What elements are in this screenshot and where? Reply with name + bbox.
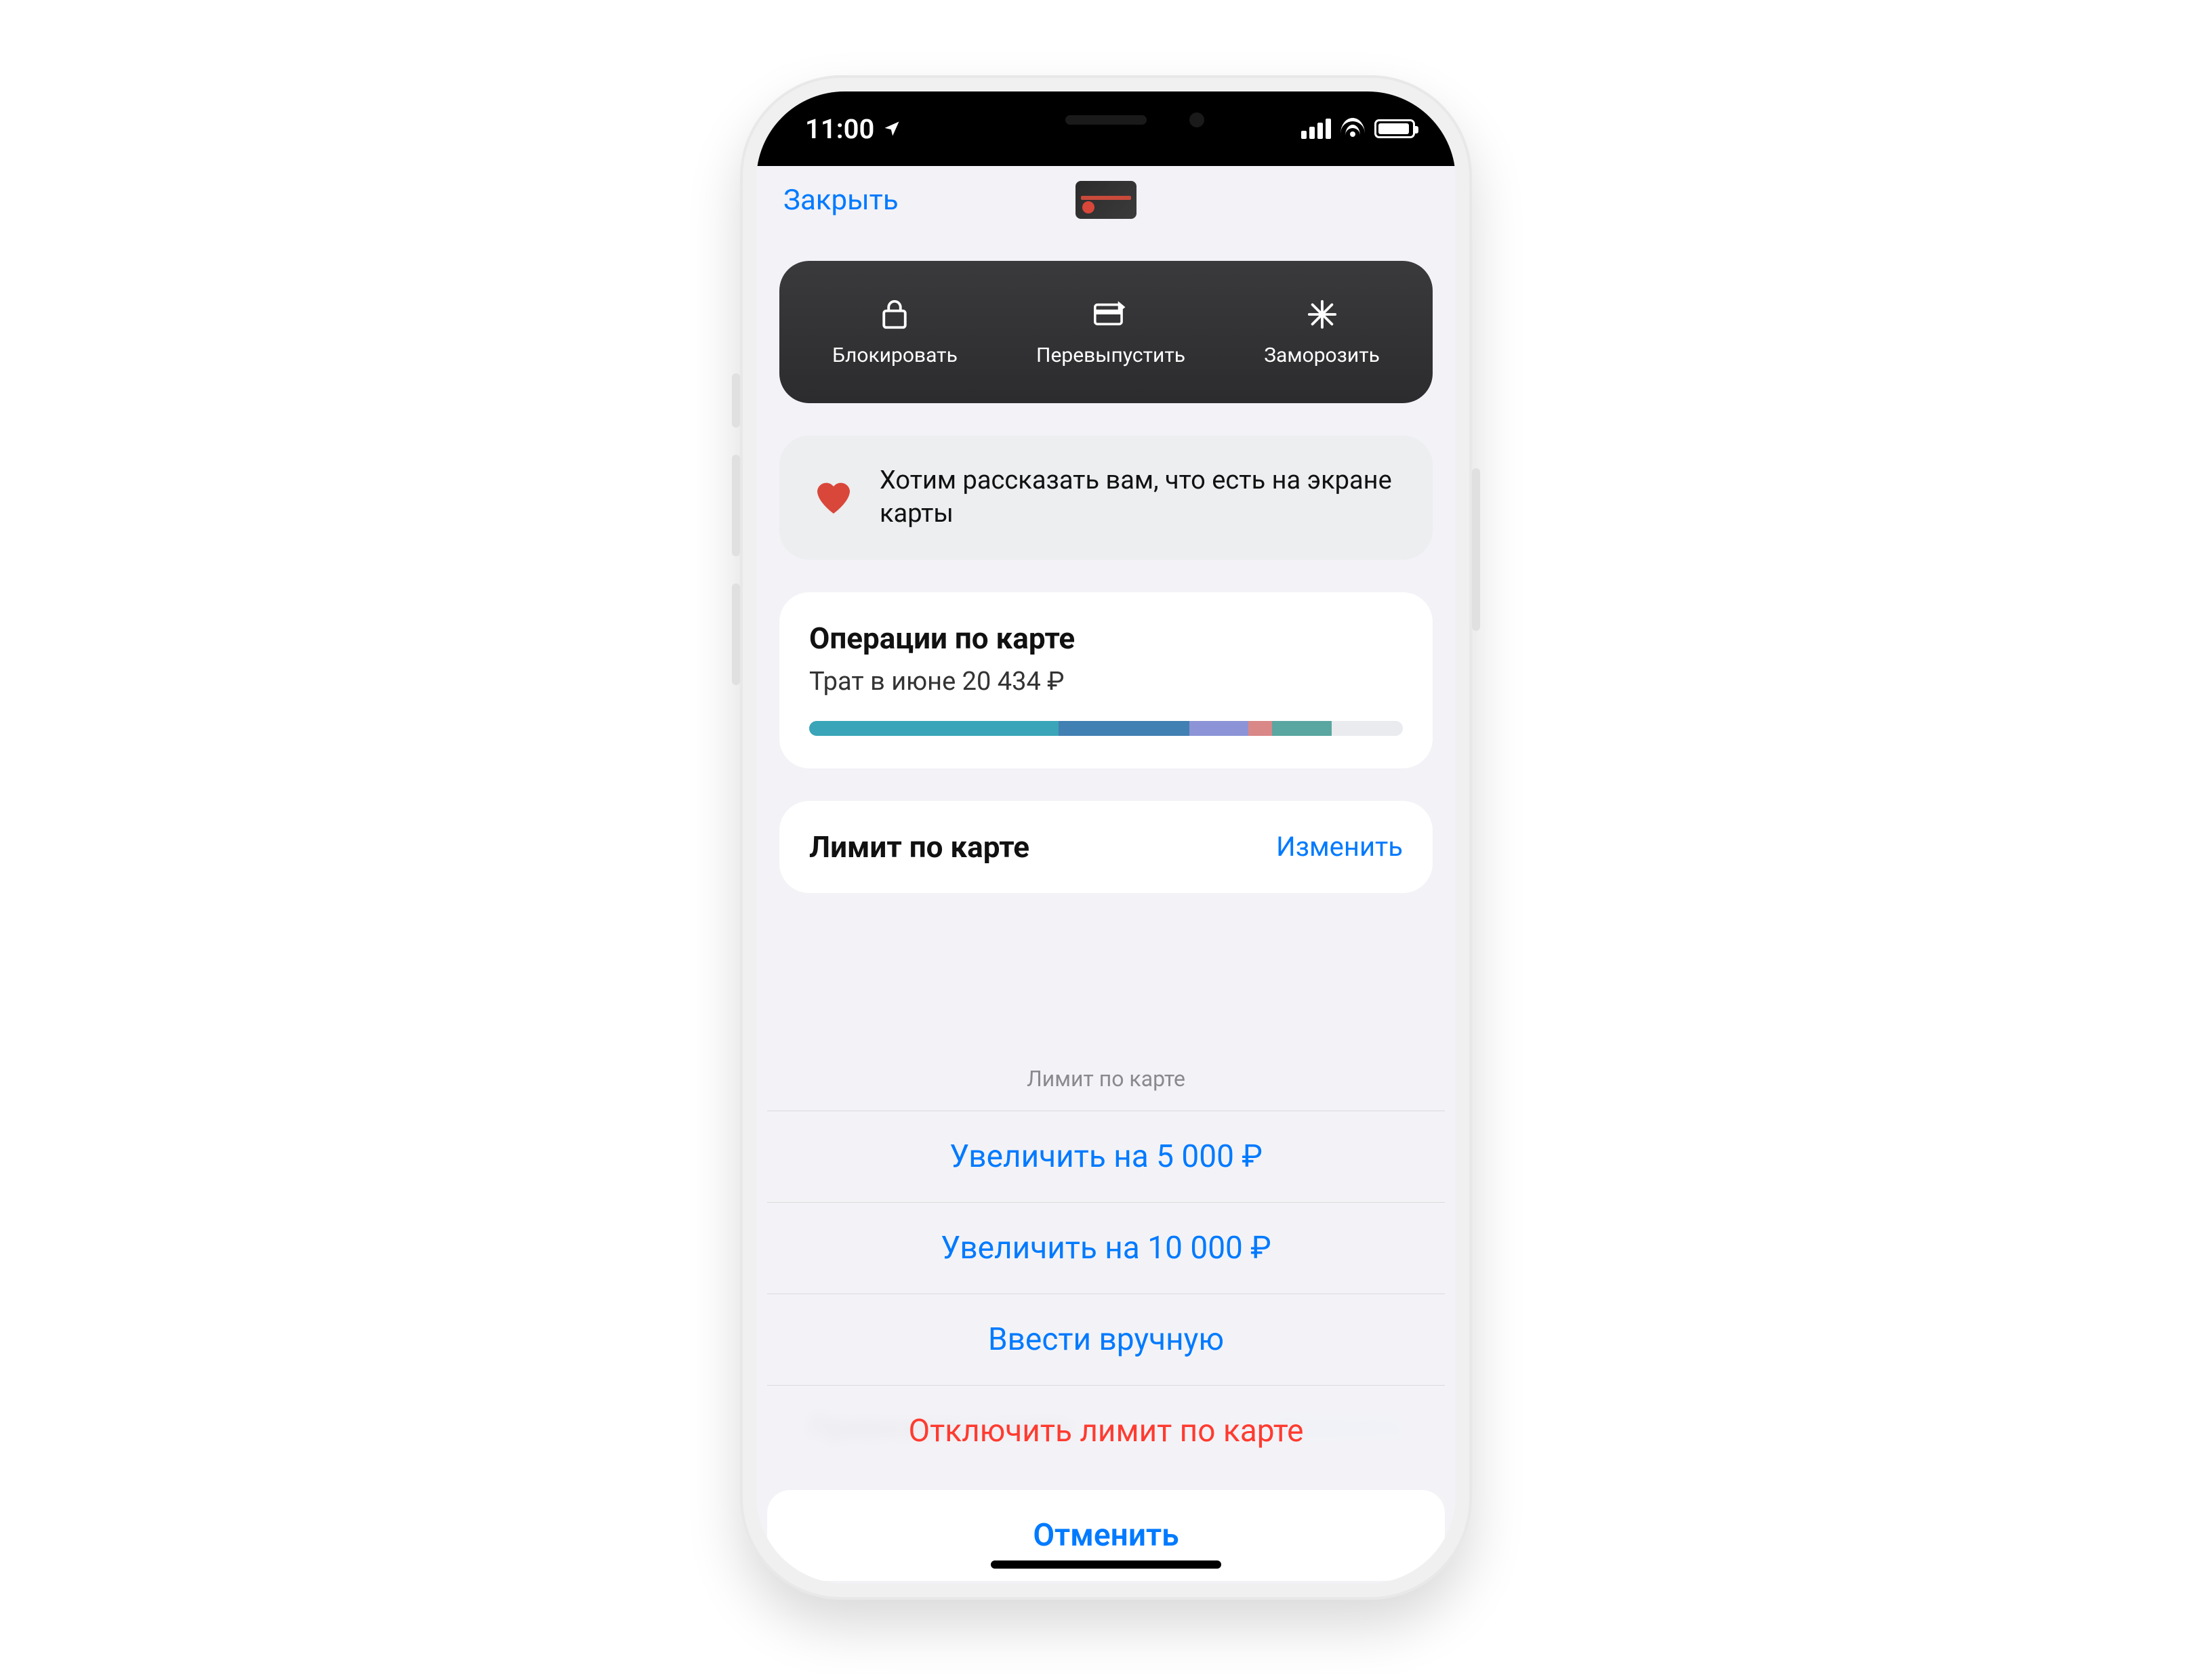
operations-bar-segment	[1189, 721, 1249, 736]
limit-card[interactable]: Лимит по карте Изменить	[779, 801, 1433, 893]
increase-10000-button[interactable]: Увеличить на 10 000 ₽	[767, 1203, 1445, 1294]
operations-bar	[809, 721, 1403, 736]
nav-bar: Закрыть	[756, 166, 1456, 234]
card-thumbnail[interactable]	[1076, 181, 1136, 219]
action-sheet: Лимит по карте Увеличить на 5 000 ₽ Увел…	[767, 1047, 1445, 1581]
increase-5000-button[interactable]: Увеличить на 5 000 ₽	[767, 1111, 1445, 1203]
home-indicator[interactable]	[991, 1560, 1221, 1569]
tip-text: Хотим рассказать вам, что есть на экране…	[880, 464, 1400, 531]
phone-screen: 11:00 Закрыть	[756, 91, 1456, 1584]
canvas: 11:00 Закрыть	[0, 0, 2212, 1675]
operations-bar-segment	[1248, 721, 1272, 736]
close-button[interactable]: Закрыть	[783, 184, 899, 217]
volume-up-button	[732, 455, 740, 556]
speaker-grille	[1065, 115, 1147, 125]
enter-manually-button[interactable]: Ввести вручную	[767, 1294, 1445, 1386]
freeze-label: Заморозить	[1264, 344, 1380, 367]
freeze-button[interactable]: Заморозить	[1264, 297, 1380, 367]
sheet-title: Лимит по карте	[767, 1047, 1445, 1111]
volume-down-button	[732, 583, 740, 685]
location-icon	[882, 119, 901, 138]
reissue-label: Перевыпустить	[1036, 344, 1185, 367]
mute-switch	[732, 373, 740, 428]
action-sheet-panel: Лимит по карте Увеличить на 5 000 ₽ Увел…	[767, 1047, 1445, 1476]
heart-icon	[812, 476, 855, 519]
limit-edit-button[interactable]: Изменить	[1276, 831, 1403, 863]
quick-actions: Блокировать Перевыпустить	[779, 261, 1433, 403]
operations-bar-segment	[1272, 721, 1332, 736]
status-right	[1301, 117, 1415, 141]
tip-card[interactable]: Хотим рассказать вам, что есть на экране…	[779, 436, 1433, 560]
status-left: 11:00	[805, 113, 901, 145]
wifi-icon	[1340, 117, 1365, 141]
snowflake-icon	[1305, 297, 1339, 331]
notch	[926, 91, 1286, 148]
front-camera	[1189, 112, 1204, 127]
operations-bar-segment	[809, 721, 1059, 736]
block-button[interactable]: Блокировать	[832, 297, 958, 367]
screen-content: Закрыть Блокировать	[756, 166, 1456, 1584]
reissue-button[interactable]: Перевыпустить	[1036, 297, 1185, 367]
cellular-icon	[1301, 119, 1331, 139]
block-label: Блокировать	[832, 344, 958, 367]
phone-frame: 11:00 Закрыть	[740, 75, 1472, 1600]
operations-title: Операции по карте	[809, 621, 1403, 656]
limit-title: Лимит по карте	[809, 829, 1029, 865]
operations-bar-segment	[1059, 721, 1189, 736]
lock-icon	[878, 297, 912, 331]
operations-bar-segment	[1332, 721, 1403, 736]
battery-icon	[1374, 119, 1415, 138]
power-button	[1472, 468, 1480, 631]
disable-limit-button[interactable]: Отключить лимит по карте	[767, 1386, 1445, 1476]
status-time: 11:00	[805, 113, 874, 145]
operations-subtitle: Трат в июне 20 434 ₽	[809, 667, 1403, 697]
operations-card[interactable]: Операции по карте Трат в июне 20 434 ₽	[779, 592, 1433, 768]
card-reissue-icon	[1094, 297, 1128, 331]
